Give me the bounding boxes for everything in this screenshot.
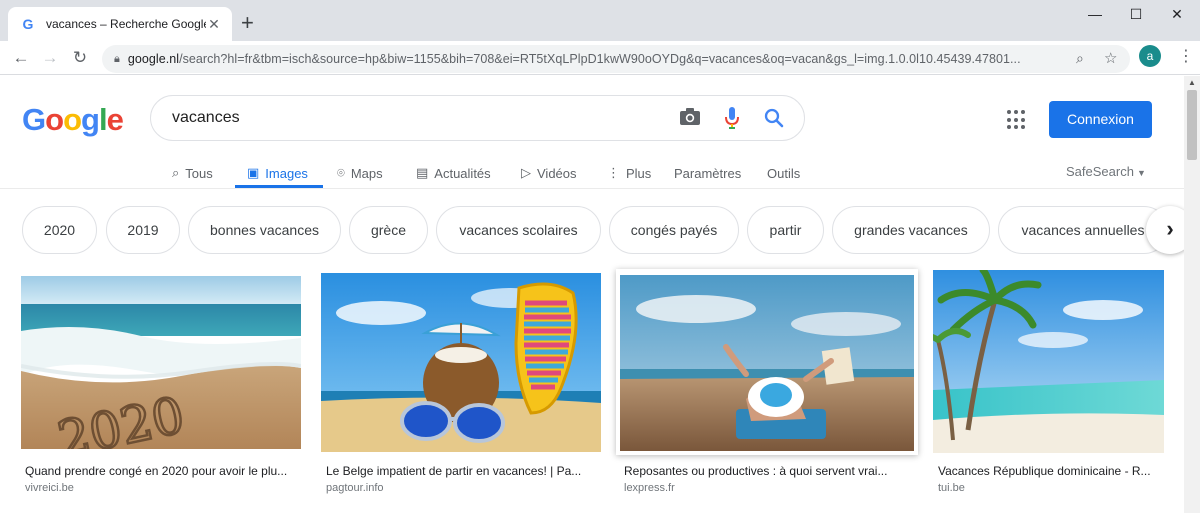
scroll-up-icon[interactable]: ▲ xyxy=(1188,78,1196,87)
logo-letter: G xyxy=(22,102,46,137)
microphone-icon[interactable] xyxy=(724,106,740,135)
tab-close-icon[interactable]: ✕ xyxy=(206,16,222,33)
profile-avatar[interactable]: a xyxy=(1139,45,1161,67)
new-tab-button[interactable]: + xyxy=(241,12,254,34)
url-path: /search?hl=fr&tbm=isch&source=hp&biw=115… xyxy=(179,52,1021,66)
tab-settings[interactable]: Paramètres xyxy=(674,158,741,188)
tab-more[interactable]: ⋮ Plus xyxy=(607,158,651,188)
browser-menu-icon[interactable]: ⋮ xyxy=(1178,46,1194,66)
tab-label: Outils xyxy=(767,165,801,181)
logo-letter: o xyxy=(63,102,82,137)
tab-title: vacances – Recherche Google xyxy=(46,17,206,31)
tab-label: Images xyxy=(265,165,308,181)
chip[interactable]: grèce xyxy=(349,206,428,254)
zoom-icon[interactable]: ⌕ xyxy=(1076,50,1084,67)
logo-letter: g xyxy=(81,102,100,137)
tab-label: Actualités xyxy=(434,165,491,181)
window-close-icon[interactable]: ✕ xyxy=(1154,6,1200,23)
tab-maps[interactable]: ⌾ Maps xyxy=(337,158,383,188)
chip[interactable]: 2020 xyxy=(22,206,97,254)
logo-letter: e xyxy=(106,102,124,137)
minimize-icon[interactable]: — xyxy=(1072,6,1118,22)
logo-letter: o xyxy=(45,102,64,137)
scrollbar-thumb[interactable] xyxy=(1187,90,1197,160)
chip[interactable]: vacances annuelles xyxy=(998,206,1168,254)
tab-videos[interactable]: ▷ Vidéos xyxy=(521,158,577,188)
google-apps-icon[interactable] xyxy=(1007,110,1027,130)
google-favicon-icon: G xyxy=(22,16,34,32)
chip[interactable]: grandes vacances xyxy=(832,206,990,254)
tab-tools[interactable]: Outils xyxy=(767,158,800,188)
result-image[interactable] xyxy=(616,269,918,455)
result-title[interactable]: Le Belge impatient de partir en vacances… xyxy=(326,464,592,478)
maximize-icon[interactable]: ☐ xyxy=(1113,6,1159,23)
chip[interactable]: partir xyxy=(747,206,824,254)
signin-button[interactable]: Connexion xyxy=(1049,101,1152,138)
search-icon: ⌕ xyxy=(172,165,180,180)
url-host: google.nl xyxy=(127,52,180,66)
search-tabs: ⌕ Tous ▣ Images ⌾ Maps ▤ Actualités ▷ Vidéos … xyxy=(0,156,1184,189)
google-logo[interactable]: Google xyxy=(22,102,124,138)
tab-label: Tous xyxy=(185,165,213,181)
active-tab-indicator xyxy=(235,185,323,188)
more-vert-icon: ⋮ xyxy=(607,165,620,180)
search-box[interactable]: vacances xyxy=(150,95,805,141)
result-image[interactable]: 2020 xyxy=(21,276,301,449)
news-icon: ▤ xyxy=(416,165,429,180)
camera-icon[interactable] xyxy=(679,107,701,132)
browser-tabstrip: G vacances – Recherche Google ✕ + — ☐ ✕ xyxy=(0,0,1200,41)
chip[interactable]: bonnes vacances xyxy=(188,206,341,254)
search-icon[interactable] xyxy=(763,107,785,134)
lock-icon: 🔒︎ xyxy=(114,52,120,65)
result-title[interactable]: Vacances République dominicaine - R... xyxy=(938,464,1164,478)
chip[interactable]: vacances scolaires xyxy=(436,206,601,254)
safesearch-label: SafeSearch xyxy=(1066,164,1134,179)
tab-label: Paramètres xyxy=(674,165,742,181)
google-images-page: Google vacances Connexion ⌕ Tous ▣ Images … xyxy=(0,76,1184,513)
logo-letter: l xyxy=(98,102,108,137)
tab-all[interactable]: ⌕ Tous xyxy=(172,158,213,188)
search-input[interactable]: vacances xyxy=(172,109,240,127)
result-image[interactable] xyxy=(321,273,601,452)
result-title[interactable]: Quand prendre congé en 2020 pour avoir l… xyxy=(25,464,301,478)
page-scrollbar[interactable]: ▲ xyxy=(1184,76,1200,513)
result-image[interactable] xyxy=(933,270,1164,453)
video-icon: ▷ xyxy=(521,165,531,180)
chip[interactable]: 2019 xyxy=(106,206,180,254)
address-bar[interactable]: 🔒︎ google.nl/search?hl=fr&tbm=isch&sourc… xyxy=(102,45,1130,73)
result-source[interactable]: pagtour.info xyxy=(326,482,384,494)
result-source[interactable]: vivreici.be xyxy=(25,482,74,494)
browser-toolbar: ← → ↻ 🔒︎ google.nl/search?hl=fr&tbm=isch… xyxy=(0,41,1200,75)
caret-down-icon: ▼ xyxy=(1136,168,1146,178)
tab-label: Maps xyxy=(350,165,383,181)
browser-tab[interactable]: G vacances – Recherche Google ✕ xyxy=(8,7,232,41)
url-text[interactable]: google.nl/search?hl=fr&tbm=isch&source=h… xyxy=(128,52,1068,66)
bookmark-star-icon[interactable]: ☆ xyxy=(1104,49,1117,67)
forward-arrow-icon[interactable]: → xyxy=(40,48,60,68)
image-icon: ▣ xyxy=(247,165,260,180)
tab-label: Vidéos xyxy=(537,165,577,181)
tab-news[interactable]: ▤ Actualités xyxy=(416,158,491,188)
safesearch-dropdown[interactable]: SafeSearch ▼ xyxy=(1066,164,1146,179)
result-source[interactable]: tui.be xyxy=(938,482,965,494)
related-searches-chips: 2020 2019 bonnes vacances grèce vacances… xyxy=(0,206,1184,256)
tab-label: Plus xyxy=(626,165,652,181)
reload-icon[interactable]: ↻ xyxy=(70,48,90,68)
result-title[interactable]: Reposantes ou productives : à quoi serve… xyxy=(624,464,902,478)
map-pin-icon: ⌾ xyxy=(337,165,345,180)
chip[interactable]: congés payés xyxy=(609,206,739,254)
back-arrow-icon[interactable]: ← xyxy=(11,48,31,68)
tab-images[interactable]: ▣ Images xyxy=(247,158,308,188)
result-source[interactable]: lexpress.fr xyxy=(624,482,675,494)
